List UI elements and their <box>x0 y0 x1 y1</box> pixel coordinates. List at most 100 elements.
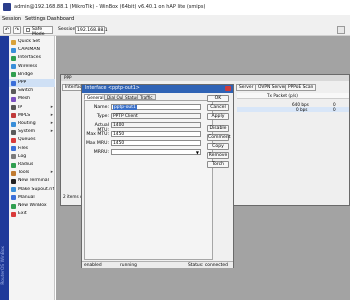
sidebar-item-routing[interactable]: Routing ▸ <box>9 120 55 128</box>
redo-icon[interactable]: ↷ <box>13 26 21 34</box>
mrru-dropdown[interactable]: ▼ <box>111 149 201 155</box>
table-row[interactable]: 0 bps 0 <box>237 107 349 112</box>
tab-ppp-server[interactable]: Server <box>236 84 257 91</box>
ppp-title-bar[interactable]: PPP <box>61 75 349 81</box>
sidebar-item-mpls[interactable]: MPLS ▸ <box>9 112 55 120</box>
sidebar-item-capsman[interactable]: CAPsMAN <box>9 46 55 54</box>
ppp-row-rate: 0 bps <box>296 107 308 112</box>
window-title: admin@192.168.88.1 (MikroTik) - WinBox (… <box>14 4 206 10</box>
sidebar-item-exit[interactable]: Exit <box>9 210 55 218</box>
menu-bar: Session Settings Dashboard <box>0 15 350 24</box>
manual-icon <box>11 195 16 201</box>
sidebar-item-ppp[interactable]: PPP <box>9 79 55 87</box>
sidebar-item-label: Files <box>18 145 29 151</box>
sidebar-item-new-winbox[interactable]: New WinBox <box>9 202 55 210</box>
sidebar-item-label: Wireless <box>18 63 38 69</box>
sidebar-item-label: New WinBox <box>18 203 47 208</box>
wireless-icon <box>11 64 16 70</box>
window-title-bar: admin@192.168.88.1 (MikroTik) - WinBox (… <box>0 0 350 15</box>
sidebar-item-label: Bridge <box>18 71 33 77</box>
max-mtu-field[interactable]: 1450 <box>111 131 201 137</box>
sidebar-item-label: Make Supout.rif <box>18 186 55 192</box>
ppp-row-packets: 0 <box>333 107 336 112</box>
interface-dialog: Interface <pptp-out1> General Dial Out S… <box>81 84 234 268</box>
radius-icon <box>11 162 16 168</box>
sidebar-item-label: Quick Set <box>18 39 40 44</box>
ok-button[interactable]: OK <box>207 95 229 102</box>
disable-button[interactable]: Disable <box>207 125 229 132</box>
tab-pppoe-scan[interactable]: PPPoE Scan <box>285 84 317 91</box>
ppp-title: PPP <box>64 75 72 80</box>
bridge-icon <box>11 72 16 78</box>
sidebar-item-label: IP <box>18 104 23 110</box>
ip-icon <box>11 105 16 111</box>
tab-ovpn-server[interactable]: OVPN Server <box>255 84 290 91</box>
queues-icon <box>11 137 16 143</box>
sidebar-item-label: Switch <box>18 88 34 94</box>
switch-icon <box>11 88 16 94</box>
menu-settings[interactable]: Settings <box>25 16 46 22</box>
sidebar-item-switch[interactable]: Switch <box>9 87 55 95</box>
sidebar-item-label: MPLS <box>18 112 31 118</box>
dialog-title: Interface <pptp-out1> <box>85 86 140 91</box>
max-mru-field[interactable]: 1450 <box>111 140 201 146</box>
copy-button[interactable]: Copy <box>207 143 229 150</box>
close-icon[interactable] <box>225 86 231 91</box>
sidebar-item-quick-set[interactable]: Quick Set <box>9 38 55 46</box>
sidebar-item-label: Mesh <box>18 96 31 102</box>
sidebar-item-files[interactable]: Files <box>9 145 55 153</box>
sidebar-item-new-terminal[interactable]: New Terminal <box>9 177 55 185</box>
vertical-brand-text: RouterOS WinBox <box>1 246 6 285</box>
exit-icon <box>11 211 16 217</box>
undo-icon[interactable]: ↶ <box>3 26 11 34</box>
system-icon <box>11 129 16 135</box>
sidebar-item-interfaces[interactable]: Interfaces <box>9 54 55 62</box>
winbox-icon <box>11 203 16 209</box>
name-field[interactable]: pptp-out1 <box>111 104 201 110</box>
tools-icon <box>11 170 16 176</box>
sidebar-item-manual[interactable]: Manual <box>9 194 55 202</box>
session-field[interactable]: 192.168.88.1 <box>75 26 108 34</box>
sidebar-item-label: Routing <box>18 121 36 126</box>
comment-button[interactable]: Comment <box>207 134 231 141</box>
log-icon <box>11 154 16 160</box>
max-mru-label: Max MRU: <box>85 141 109 146</box>
apply-button[interactable]: Apply <box>207 113 229 120</box>
type-field: PPTP Client <box>111 113 201 119</box>
status-running: running <box>120 263 137 268</box>
sidebar-item-log[interactable]: Log <box>9 153 55 161</box>
dialog-title-bar[interactable]: Interface <pptp-out1> <box>82 85 233 93</box>
sidebar-item-wireless[interactable]: Wireless <box>9 63 55 71</box>
sidebar-item-system[interactable]: System ▸ <box>9 128 55 136</box>
menu-session[interactable]: Session <box>2 16 21 22</box>
files-icon <box>11 146 16 152</box>
cancel-button[interactable]: Cancel <box>207 104 229 111</box>
sidebar-item-radius[interactable]: Radius <box>9 161 55 169</box>
submenu-arrow-icon: ▸ <box>50 121 53 126</box>
sidebar-item-bridge[interactable]: Bridge <box>9 71 55 79</box>
sidebar-item-mesh[interactable]: Mesh <box>9 95 55 103</box>
sidebar-item-label: Radius <box>18 162 34 167</box>
sidebar-item-label: New Terminal <box>18 178 49 184</box>
general-panel: Name: pptp-out1 Type: PPTP Client Actual… <box>84 100 213 260</box>
submenu-arrow-icon: ▸ <box>50 170 53 176</box>
chevron-down-icon[interactable]: ▼ <box>196 150 199 155</box>
remove-button[interactable]: Remove <box>207 152 229 159</box>
name-label: Name: <box>93 105 109 110</box>
safe-mode-button[interactable]: Safe Mode <box>23 26 53 37</box>
vertical-brand-strip: RouterOS WinBox <box>0 36 9 300</box>
mrru-label: MRRU: <box>93 150 109 155</box>
ppp-col-tx-packet[interactable]: Tx Packet (p/s) <box>267 93 298 98</box>
name-value: pptp-out1 <box>113 105 137 110</box>
safe-mode-checkbox[interactable] <box>26 28 30 32</box>
sidebar-item-queues[interactable]: Queues <box>9 136 55 144</box>
sidebar-item-make-supout-rif[interactable]: Make Supout.rif <box>9 186 55 194</box>
sidebar-item-tools[interactable]: Tools ▸ <box>9 169 55 177</box>
status-enabled: enabled <box>84 263 102 268</box>
menu-dashboard[interactable]: Dashboard <box>47 16 74 22</box>
sidebar-item-label: CAPsMAN <box>18 47 40 53</box>
ppp-column-header: Tx Packet (p/s) <box>237 93 349 99</box>
sidebar-item-ip[interactable]: IP ▸ <box>9 104 55 112</box>
torch-button[interactable]: Torch <box>207 161 229 168</box>
submenu-arrow-icon: ▸ <box>50 104 53 110</box>
